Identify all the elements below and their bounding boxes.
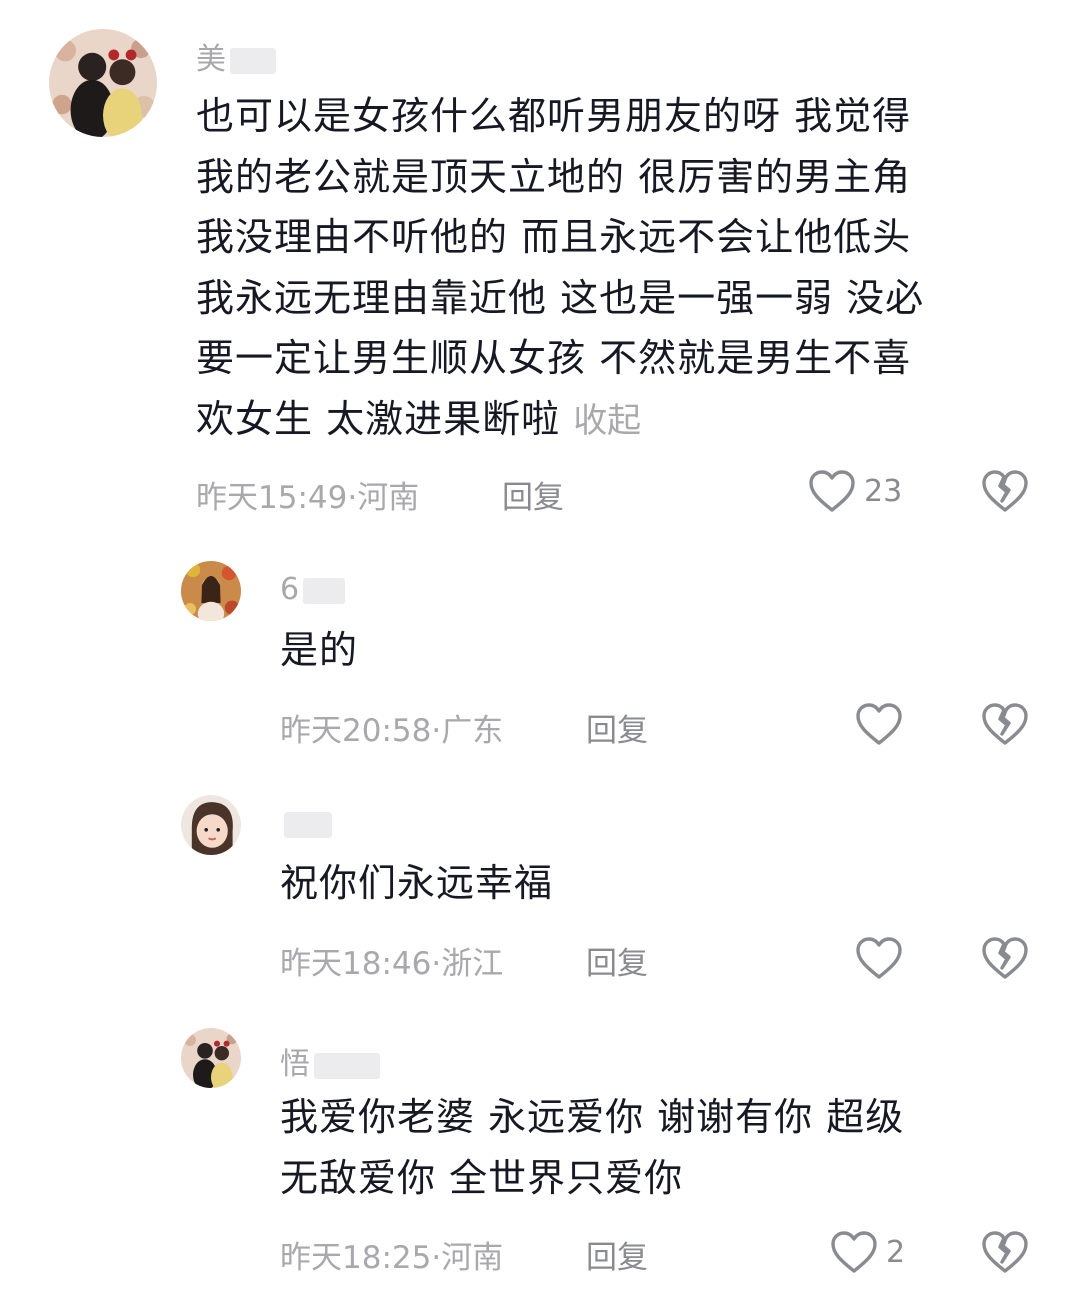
username-mask bbox=[284, 811, 332, 838]
comment-line: 祝你们永远幸福 bbox=[280, 861, 554, 905]
username-text: 悟 bbox=[280, 1047, 310, 1082]
username-text: 6 bbox=[280, 572, 300, 607]
avatar-image bbox=[181, 561, 241, 621]
like-button[interactable] bbox=[855, 933, 911, 983]
avatar-image bbox=[181, 1028, 241, 1088]
comment-line: 我爱你老婆 永远爱你 谢谢有你 超级 bbox=[280, 1095, 905, 1139]
avatar[interactable] bbox=[181, 561, 241, 621]
like-button[interactable]: 2 bbox=[830, 1227, 905, 1277]
username-mask bbox=[314, 1052, 380, 1079]
heart-outline-icon bbox=[856, 937, 902, 979]
comment-text: 祝你们永远幸福 bbox=[280, 853, 553, 914]
comment-text: 我爱你老婆 永远爱你 谢谢有你 超级 无敌爱你 全世界只爱你 bbox=[280, 1087, 904, 1208]
heart-outline-icon bbox=[856, 703, 902, 745]
username-text: 美 bbox=[196, 42, 226, 77]
comment-line: 欢女生 太激进果断啦 bbox=[196, 396, 561, 441]
comment-text: 也可以是女孩什么都听男朋友的呀 我觉得 我的老公就是顶天立地的 很厉害的男主角 … bbox=[196, 86, 924, 451]
broken-heart-icon bbox=[982, 703, 1028, 745]
username[interactable] bbox=[280, 806, 332, 841]
avatar-image bbox=[181, 795, 241, 855]
comment-meta: 昨天15:49·河南 bbox=[196, 480, 420, 516]
avatar[interactable] bbox=[49, 29, 157, 137]
comment-line: 我没理由不听他的 而且永远不会让他低头 bbox=[196, 215, 912, 259]
comment-meta: 昨天18:46·浙江 bbox=[280, 946, 504, 982]
dislike-button[interactable] bbox=[980, 935, 1030, 985]
username-mask bbox=[230, 47, 276, 74]
avatar-image bbox=[49, 29, 157, 137]
like-count: 23 bbox=[864, 473, 903, 509]
comment-line: 我永远无理由靠近他 这也是一强一弱 没必 bbox=[196, 275, 925, 320]
comment-line: 是的 bbox=[280, 628, 359, 672]
broken-heart-icon bbox=[982, 937, 1028, 979]
username-mask bbox=[303, 577, 346, 604]
broken-heart-icon bbox=[982, 1231, 1028, 1273]
comment-meta: 昨天20:58·广东 bbox=[280, 713, 504, 749]
comment-line: 我的老公就是顶天立地的 很厉害的男主角 bbox=[196, 154, 912, 199]
comment-line: 无敌爱你 全世界只爱你 bbox=[280, 1155, 684, 1200]
reply-button[interactable]: 回复 bbox=[586, 705, 648, 750]
username[interactable]: 6 bbox=[280, 572, 346, 607]
like-button[interactable]: 23 bbox=[808, 466, 902, 516]
heart-outline-icon bbox=[831, 1231, 877, 1273]
dislike-button[interactable] bbox=[980, 468, 1030, 518]
reply-button[interactable]: 回复 bbox=[586, 938, 648, 983]
username[interactable]: 悟 bbox=[280, 1039, 380, 1083]
like-button[interactable] bbox=[855, 699, 911, 749]
username[interactable]: 美 bbox=[196, 34, 276, 78]
comment-line: 也可以是女孩什么都听男朋友的呀 我觉得 bbox=[196, 94, 912, 138]
heart-outline-icon bbox=[809, 470, 855, 512]
avatar[interactable] bbox=[181, 795, 241, 855]
comment-meta: 昨天18:25·河南 bbox=[280, 1240, 504, 1276]
reply-button[interactable]: 回复 bbox=[586, 1232, 648, 1277]
collapse-link[interactable]: 收起 bbox=[573, 401, 641, 441]
dislike-button[interactable] bbox=[980, 701, 1030, 751]
comment-line: 要一定让男生顺从女孩 不然就是男生不喜 bbox=[196, 336, 912, 380]
dislike-button[interactable] bbox=[980, 1229, 1030, 1279]
avatar[interactable] bbox=[181, 1028, 241, 1088]
broken-heart-icon bbox=[982, 470, 1028, 512]
comment-text: 是的 bbox=[280, 620, 358, 681]
reply-button[interactable]: 回复 bbox=[502, 472, 564, 517]
like-count: 2 bbox=[886, 1234, 906, 1270]
